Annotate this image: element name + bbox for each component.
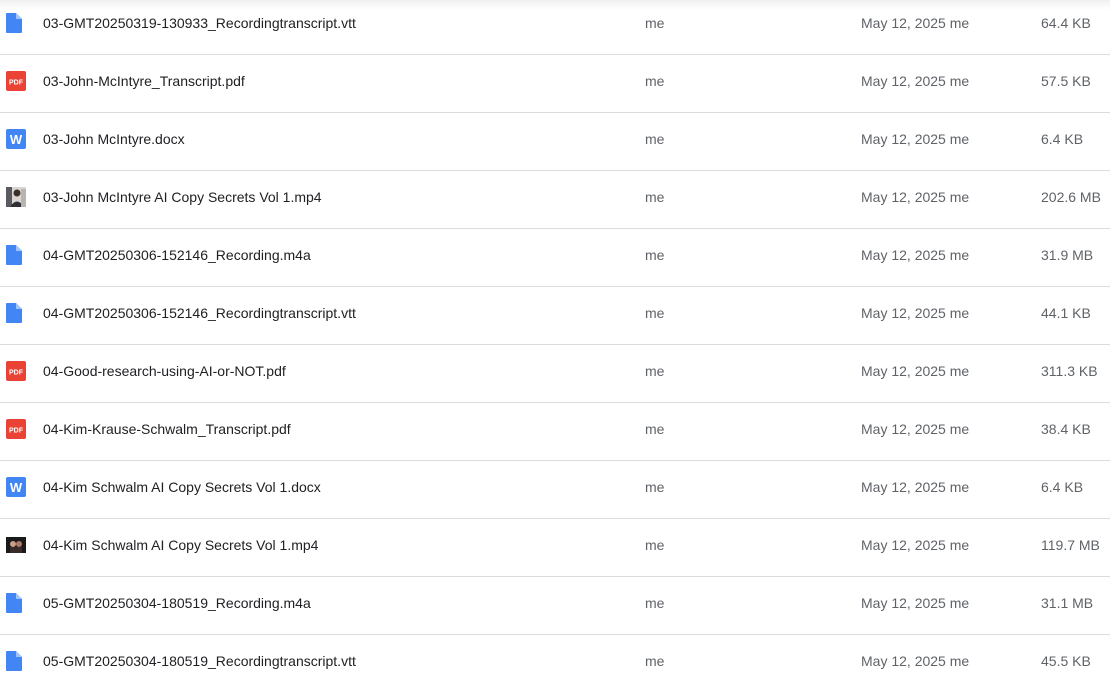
file-owner: me bbox=[645, 131, 665, 147]
pdf-icon: PDF bbox=[6, 419, 26, 439]
file-size: 119.7 MB bbox=[1041, 537, 1100, 553]
file-modified: May 12, 2025 me bbox=[861, 189, 970, 205]
file-row[interactable]: 04-GMT20250306-152146_Recordingtranscrip… bbox=[0, 287, 1110, 345]
file-modified: May 12, 2025 me bbox=[861, 653, 970, 669]
file-name: 05-GMT20250304-180519_Recordingtranscrip… bbox=[43, 653, 356, 669]
file-name: 03-John McIntyre.docx bbox=[43, 131, 185, 147]
file-row[interactable]: 05-GMT20250304-180519_Recording.m4a me M… bbox=[0, 577, 1110, 635]
file-size: 64.4 KB bbox=[1041, 15, 1091, 31]
file-name: 04-Kim Schwalm AI Copy Secrets Vol 1.mp4 bbox=[43, 537, 319, 553]
file-owner: me bbox=[645, 479, 665, 495]
file-size: 38.4 KB bbox=[1041, 421, 1091, 437]
file-name: 05-GMT20250304-180519_Recording.m4a bbox=[43, 595, 311, 611]
file-modified: May 12, 2025 me bbox=[861, 537, 970, 553]
file-modified: May 12, 2025 me bbox=[861, 479, 970, 495]
file-row[interactable]: 05-GMT20250304-180519_Recordingtranscrip… bbox=[0, 635, 1110, 683]
video-thumbnail-icon bbox=[6, 187, 26, 207]
file-modified: May 12, 2025 me bbox=[861, 305, 970, 321]
generic-file-icon bbox=[6, 245, 25, 265]
file-row[interactable]: W 04-Kim Schwalm AI Copy Secrets Vol 1.d… bbox=[0, 461, 1110, 519]
video-thumbnail-icon bbox=[6, 535, 26, 555]
file-owner: me bbox=[645, 537, 665, 553]
file-name: 03-GMT20250319-130933_Recordingtranscrip… bbox=[43, 15, 356, 31]
word-icon: W bbox=[6, 477, 26, 497]
svg-text:W: W bbox=[10, 480, 23, 495]
file-row[interactable]: W 03-John McIntyre.docx me May 12, 2025 … bbox=[0, 113, 1110, 171]
pdf-icon: PDF bbox=[6, 361, 26, 381]
file-owner: me bbox=[645, 247, 665, 263]
file-name: 04-Good-research-using-AI-or-NOT.pdf bbox=[43, 363, 286, 379]
file-modified: May 12, 2025 me bbox=[861, 421, 970, 437]
file-size: 31.1 MB bbox=[1041, 595, 1094, 611]
file-row[interactable]: PDF 04-Kim-Krause-Schwalm_Transcript.pdf… bbox=[0, 403, 1110, 461]
file-name: 04-Kim-Krause-Schwalm_Transcript.pdf bbox=[43, 421, 291, 437]
file-row[interactable]: 03-GMT20250319-130933_Recordingtranscrip… bbox=[0, 0, 1110, 55]
file-name: 03-John-McIntyre_Transcript.pdf bbox=[43, 73, 245, 89]
generic-file-icon bbox=[6, 593, 25, 613]
file-size: 57.5 KB bbox=[1041, 73, 1091, 89]
word-icon: W bbox=[6, 129, 26, 149]
file-modified: May 12, 2025 me bbox=[861, 131, 970, 147]
file-owner: me bbox=[645, 363, 665, 379]
file-list: 03-GMT20250319-130933_Recordingtranscrip… bbox=[0, 0, 1110, 683]
file-owner: me bbox=[645, 305, 665, 321]
svg-text:W: W bbox=[10, 132, 23, 147]
svg-text:PDF: PDF bbox=[9, 428, 24, 435]
file-row[interactable]: PDF 04-Good-research-using-AI-or-NOT.pdf… bbox=[0, 345, 1110, 403]
file-modified: May 12, 2025 me bbox=[861, 247, 970, 263]
file-owner: me bbox=[645, 421, 665, 437]
generic-file-icon bbox=[6, 651, 25, 671]
svg-text:PDF: PDF bbox=[9, 80, 24, 87]
file-size: 6.4 KB bbox=[1041, 479, 1084, 495]
file-owner: me bbox=[645, 73, 665, 89]
file-modified: May 12, 2025 me bbox=[861, 73, 970, 89]
file-size: 6.4 KB bbox=[1041, 131, 1084, 147]
file-modified: May 12, 2025 me bbox=[861, 15, 970, 31]
file-modified: May 12, 2025 me bbox=[861, 363, 970, 379]
file-name: 03-John McIntyre AI Copy Secrets Vol 1.m… bbox=[43, 189, 322, 205]
file-size: 202.6 MB bbox=[1041, 189, 1101, 205]
generic-file-icon bbox=[6, 13, 25, 33]
file-owner: me bbox=[645, 189, 665, 205]
file-row[interactable]: 03-John McIntyre AI Copy Secrets Vol 1.m… bbox=[0, 171, 1110, 229]
file-name: 04-Kim Schwalm AI Copy Secrets Vol 1.doc… bbox=[43, 479, 321, 495]
file-row[interactable]: 04-GMT20250306-152146_Recording.m4a me M… bbox=[0, 229, 1110, 287]
file-modified: May 12, 2025 me bbox=[861, 595, 970, 611]
svg-text:PDF: PDF bbox=[9, 370, 24, 377]
file-owner: me bbox=[645, 653, 665, 669]
file-size: 44.1 KB bbox=[1041, 305, 1091, 321]
generic-file-icon bbox=[6, 303, 25, 323]
file-name: 04-GMT20250306-152146_Recordingtranscrip… bbox=[43, 305, 356, 321]
file-name: 04-GMT20250306-152146_Recording.m4a bbox=[43, 247, 311, 263]
file-owner: me bbox=[645, 595, 665, 611]
file-size: 31.9 MB bbox=[1041, 247, 1094, 263]
pdf-icon: PDF bbox=[6, 71, 26, 91]
file-size: 45.5 KB bbox=[1041, 653, 1091, 669]
file-owner: me bbox=[645, 15, 665, 31]
file-row[interactable]: 04-Kim Schwalm AI Copy Secrets Vol 1.mp4… bbox=[0, 519, 1110, 577]
file-row[interactable]: PDF 03-John-McIntyre_Transcript.pdf me M… bbox=[0, 55, 1110, 113]
file-size: 311.3 KB bbox=[1041, 363, 1098, 379]
